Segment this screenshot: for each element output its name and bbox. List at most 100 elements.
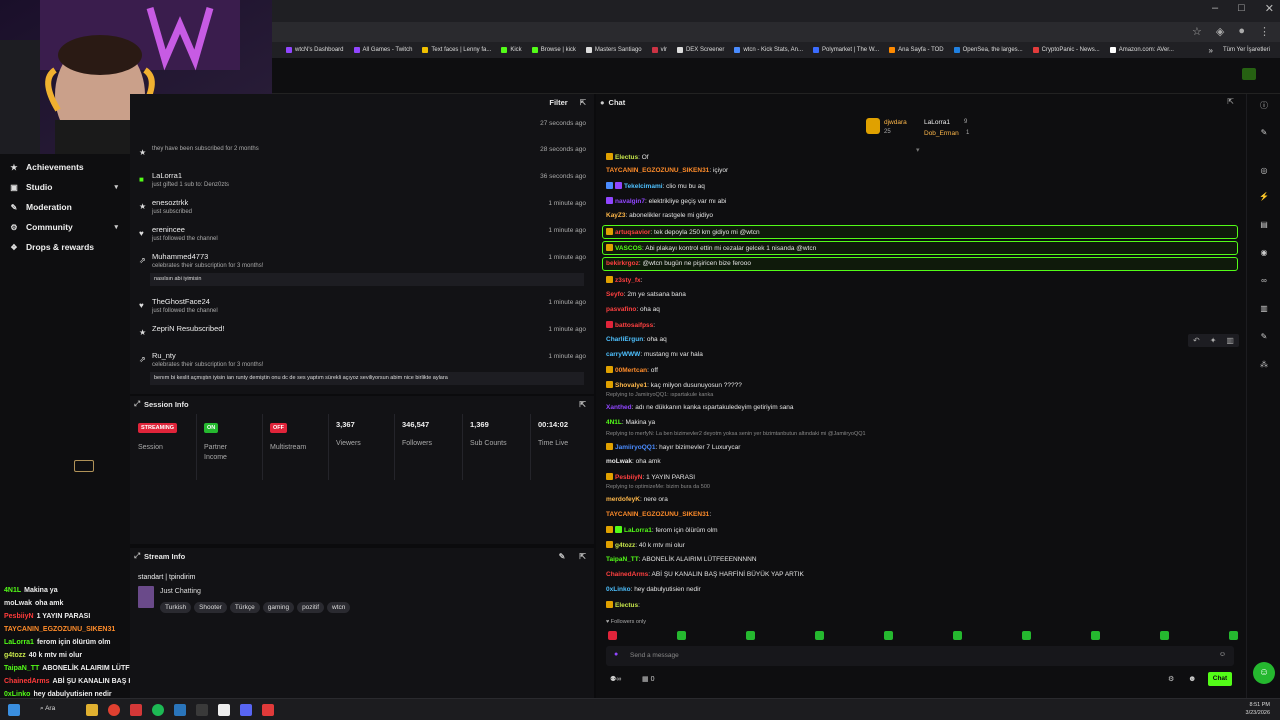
- chat-settings-icon[interactable]: ⚙: [1168, 675, 1174, 683]
- server-icon[interactable]: ▥: [1259, 304, 1269, 314]
- maximize-button[interactable]: □: [1238, 2, 1245, 15]
- bookmark-item[interactable]: Text faces | Lenny fa...: [422, 47, 491, 53]
- bookmark-item[interactable]: Ana Sayfa - TOD: [889, 47, 944, 53]
- bookmark-item[interactable]: Polymarket | The W...: [813, 47, 879, 53]
- chat-username[interactable]: Shovalye1: [615, 382, 647, 389]
- chat-username[interactable]: JamiiryoQQ1: [615, 444, 655, 451]
- chat-bubble-icon[interactable]: ◉: [1259, 248, 1269, 258]
- bookmark-item[interactable]: wtcn - Kick Stats, An...: [734, 47, 803, 53]
- emote-icon[interactable]: [677, 631, 686, 640]
- bookmark-item[interactable]: Amazon.com: AVer...: [1109, 47, 1174, 53]
- chat-username[interactable]: TAYCANIN_EGZOZUNU_SIKEN31: [606, 167, 709, 174]
- chat-username[interactable]: z3sty_fx: [615, 277, 641, 284]
- bookmark-item[interactable]: Browse | kick: [531, 47, 576, 53]
- steam-icon[interactable]: [174, 704, 186, 716]
- nodes-icon[interactable]: ⁂: [1259, 360, 1269, 370]
- emote-icon[interactable]: [1160, 631, 1169, 640]
- clip-icon[interactable]: ◎: [1259, 166, 1269, 176]
- address-bar[interactable]: ☆ ◈ ● ⋮: [270, 22, 1280, 42]
- edit-stream-icon[interactable]: ✎: [559, 552, 566, 561]
- emote-icon[interactable]: [608, 631, 617, 640]
- popout-session-icon[interactable]: ⇱: [579, 400, 586, 409]
- filter-button[interactable]: Filter: [549, 98, 567, 107]
- chat-username[interactable]: ChainedArms: [606, 571, 648, 578]
- info-icon[interactable]: ⓘ: [1259, 100, 1269, 110]
- extension-icon[interactable]: ◈: [1216, 25, 1224, 38]
- sidebar-item-community[interactable]: ⚙ Community ▾: [0, 217, 130, 237]
- bookmark-item[interactable]: DEX Screener: [676, 47, 724, 53]
- chevron-down-icon[interactable]: ▾: [916, 146, 920, 154]
- chat-username[interactable]: CharliErgun: [606, 336, 643, 343]
- chat-users-icon[interactable]: ☻: [1188, 674, 1196, 683]
- bookmark-star-icon[interactable]: ☆: [1192, 25, 1202, 38]
- chat-username[interactable]: Tekelcimami: [624, 183, 663, 190]
- chat-username[interactable]: battosaifpss: [615, 322, 653, 329]
- event-username[interactable]: ZepriN Resubscribed!: [152, 324, 225, 333]
- support-chat-icon[interactable]: ☺: [1253, 662, 1275, 684]
- edit-icon[interactable]: ✎: [1259, 128, 1269, 138]
- wrench-icon[interactable]: ✎: [1259, 332, 1269, 342]
- close-window-button[interactable]: ✕: [1265, 2, 1274, 15]
- bookmark-item[interactable]: wtcN's Dashboard: [286, 47, 344, 53]
- event-username[interactable]: Ru_nty: [152, 351, 176, 360]
- chat-username[interactable]: bekirkrgoz: [606, 260, 639, 267]
- popout-icon[interactable]: ⇱: [580, 98, 586, 107]
- chrome-icon[interactable]: [108, 704, 120, 716]
- emote-icon[interactable]: [884, 631, 893, 640]
- chat-username[interactable]: TaipaN_TT: [606, 556, 639, 563]
- chat-username[interactable]: KayZ3: [606, 212, 626, 219]
- sidebar-item-moderation[interactable]: ✎ Moderation: [0, 197, 130, 217]
- emote-icon[interactable]: [746, 631, 755, 640]
- obs-icon[interactable]: [262, 704, 274, 716]
- chat-username[interactable]: carryWWW: [606, 351, 640, 358]
- send-chat-button[interactable]: Chat: [1208, 672, 1232, 686]
- popout-chat-icon[interactable]: ⇱: [1227, 97, 1234, 106]
- chevron-down-icon[interactable]: ▾: [114, 223, 118, 231]
- chat-username[interactable]: PesbiiyN: [615, 474, 642, 481]
- delete-icon[interactable]: ▥: [1226, 336, 1234, 345]
- bookmark-item[interactable]: OpenSea, the larges...: [953, 47, 1023, 53]
- all-bookmarks-button[interactable]: Tüm Yer İşaretleri: [1223, 47, 1270, 53]
- stream-tag[interactable]: pozitif: [297, 602, 325, 613]
- chat-username[interactable]: TAYCANIN_EGZOZUNU_SIKEN31: [606, 511, 709, 518]
- epic-icon[interactable]: [218, 704, 230, 716]
- bookmark-item[interactable]: Kick: [501, 47, 522, 53]
- bookmark-item[interactable]: CryptoPanic - News...: [1032, 47, 1100, 53]
- taskbar-search[interactable]: ⌕ Ara: [40, 705, 55, 713]
- chat-username[interactable]: Seyfo: [606, 291, 624, 298]
- chat-username[interactable]: LaLorra1: [624, 527, 652, 534]
- chat-input-field[interactable]: ● Send a message ☺: [606, 646, 1234, 666]
- chat-username[interactable]: moLwak: [606, 458, 632, 465]
- app-icon[interactable]: [130, 704, 142, 716]
- emote-icon[interactable]: [1091, 631, 1100, 640]
- chat-username[interactable]: Electus: [615, 154, 638, 161]
- chat-username[interactable]: artuqsavior: [615, 229, 650, 236]
- sidebar-item-studio[interactable]: ▣ Studio ▾: [0, 177, 130, 197]
- minimize-button[interactable]: –: [1212, 2, 1218, 15]
- taskbar-clock[interactable]: 8:51 PM 3/23/2026: [1246, 701, 1270, 717]
- event-username[interactable]: LaLorra1: [152, 171, 182, 180]
- stream-tag[interactable]: gaming: [262, 602, 295, 613]
- chat-username[interactable]: VASCOS: [615, 245, 642, 252]
- event-username[interactable]: erenincee: [152, 225, 185, 234]
- emote-icon[interactable]: [1022, 631, 1031, 640]
- pin-icon[interactable]: ✦: [1210, 336, 1217, 345]
- chevron-down-icon[interactable]: ▾: [114, 183, 118, 191]
- chat-username[interactable]: 0xLinko: [606, 586, 631, 593]
- bolt-icon[interactable]: ⚡: [1259, 192, 1269, 202]
- bookmark-item[interactable]: vlr: [651, 47, 667, 53]
- kick-logo-icon[interactable]: [1242, 68, 1256, 80]
- emote-icon[interactable]: [1229, 631, 1238, 640]
- profile-avatar-icon[interactable]: ●: [1238, 25, 1245, 38]
- sidebar-item-achievements[interactable]: ★ Achievements: [0, 157, 130, 177]
- emote-icon[interactable]: [815, 631, 824, 640]
- sidebar-item-drops-rewards[interactable]: ❖ Drops & rewards: [0, 237, 130, 257]
- popout-stream-icon[interactable]: ⇱: [579, 552, 586, 561]
- chat-username[interactable]: 4N1L: [606, 419, 622, 426]
- chat-username[interactable]: merdofeyK: [606, 496, 640, 503]
- bookmark-item[interactable]: All Games - Twitch: [353, 47, 412, 53]
- stream-tag[interactable]: Shooter: [194, 602, 227, 613]
- event-username[interactable]: enesoztrkk: [152, 198, 188, 207]
- chat-username[interactable]: Electus: [615, 602, 638, 609]
- document-icon[interactable]: ▤: [1259, 220, 1269, 230]
